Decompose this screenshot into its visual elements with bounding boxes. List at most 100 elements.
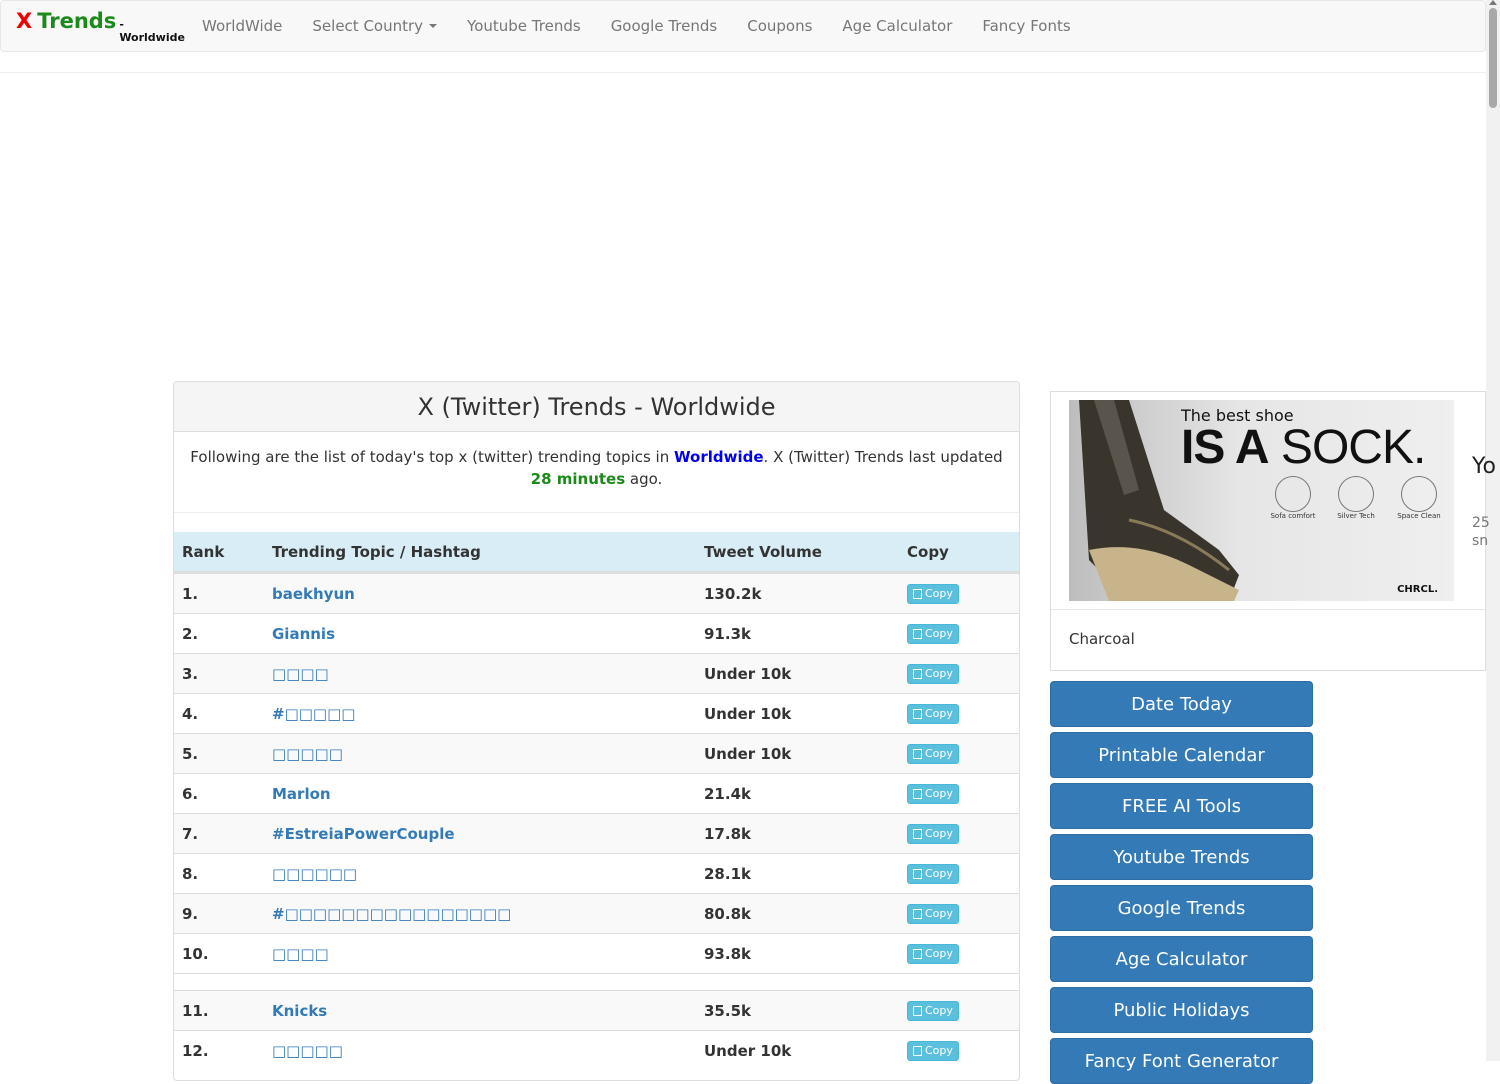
sidebar-button-public-holidays[interactable]: Public Holidays [1050,987,1313,1033]
nav-select-country[interactable]: Select Country [297,1,452,51]
row-volume: Under 10k [704,664,792,683]
table-body-a: 1. baekhyun 130.2k Copy 2. Giannis 91.3k Copy 3.… [174,573,1019,973]
sidebar-button-youtube-trends[interactable]: Youtube Trends [1050,834,1313,880]
row-topic-link[interactable]: □□□□ [264,945,696,963]
intro-middle: . X (Twitter) Trends last updated [763,448,1003,466]
copy-button[interactable]: Copy [907,663,959,684]
table-row: 5. □□□□□ Under 10k Copy [174,733,1019,773]
row-topic-link[interactable]: #□□□□□ [264,705,696,723]
row-copy-cell: Copy [899,823,1019,844]
row-topic-link[interactable]: □□□□□ [264,745,696,763]
navbar: X Trends - Worldwide WorldWide Select Co… [0,0,1486,52]
row-copy-cell: Copy [899,903,1019,924]
ad-tagline-sock: SOCK. [1280,421,1426,474]
sidebar-button-google-trends[interactable]: Google Trends [1050,885,1313,931]
panel-intro: Following are the list of today's top x … [174,432,1019,513]
sidebar-button-age-calculator[interactable]: Age Calculator [1050,936,1313,982]
copy-button[interactable]: Copy [907,823,959,844]
scroll-up-arrow-icon[interactable] [1489,0,1497,5]
copy-button[interactable]: Copy [907,623,959,644]
ad-side-subtext: 25 sn [1472,514,1490,550]
copy-button[interactable]: Copy [907,583,959,604]
table-header: Rank Trending Topic / Hashtag Tweet Volu… [174,532,1019,573]
nav-coupons[interactable]: Coupons [732,1,827,51]
row-volume: Under 10k [704,704,792,723]
copy-icon [913,868,922,879]
ad-feature-1: Sofa comfort [1270,512,1316,520]
row-topic-link[interactable]: #□□□□□□□□□□□□□□□□ [264,905,696,923]
table-row: 12. □□□□□ Under 10k Copy [174,1030,1019,1070]
row-volume: 130.2k [704,584,762,603]
copy-icon [913,828,922,839]
copy-button[interactable]: Copy [907,1040,959,1061]
ad-caption[interactable]: Charcoal [1069,630,1135,648]
sidebar-button-printable-calendar[interactable]: Printable Calendar [1050,732,1313,778]
copy-button[interactable]: Copy [907,903,959,924]
ad-brand-logo: CHRCL. [1397,584,1438,595]
row-rank: 10. [182,944,209,963]
copy-button[interactable]: Copy [907,863,959,884]
row-topic-link[interactable]: □□□□□□ [264,865,696,883]
row-rank: 2. [182,624,199,643]
intro-country-link[interactable]: Worldwide [674,448,764,466]
copy-button-label: Copy [925,827,953,840]
ad-image[interactable]: The best shoe IS A SOCK. Sofa comfort Si… [1069,400,1454,601]
copy-button-label: Copy [925,867,953,880]
copy-button[interactable]: Copy [907,943,959,964]
sidebar-button-date-today[interactable]: Date Today [1050,681,1313,727]
copy-icon [913,788,922,799]
row-rank: 9. [182,904,199,923]
row-copy-cell: Copy [899,663,1019,684]
header-copy: Copy [907,542,949,561]
copy-button[interactable]: Copy [907,1000,959,1021]
brand-subtitle: - Worldwide [119,17,185,44]
row-topic-link[interactable]: baekhyun [264,585,696,603]
row-copy-cell: Copy [899,583,1019,604]
nav-age-calculator[interactable]: Age Calculator [827,1,967,51]
panel-title: X (Twitter) Trends - Worldwide [174,382,1019,432]
copy-button[interactable]: Copy [907,743,959,764]
row-rank: 6. [182,784,199,803]
scroll-thumb[interactable] [1489,8,1497,108]
row-copy-cell: Copy [899,943,1019,964]
row-volume: Under 10k [704,1041,792,1060]
row-copy-cell: Copy [899,703,1019,724]
copy-icon [913,748,922,759]
copy-icon [913,908,922,919]
row-topic-link[interactable]: Giannis [264,625,696,643]
sidebar-button-fancy-font-generator[interactable]: Fancy Font Generator [1050,1038,1313,1084]
row-copy-cell: Copy [899,743,1019,764]
copy-button[interactable]: Copy [907,703,959,724]
row-topic-link[interactable]: □□□□□ [264,1042,696,1060]
row-topic-link[interactable]: Marlon [264,785,696,803]
row-topic-link[interactable]: #EstreiaPowerCouple [264,825,696,843]
trends-panel: X (Twitter) Trends - Worldwide Following… [173,381,1020,1081]
row-rank: 7. [182,824,199,843]
sidebar-button-free-ai-tools[interactable]: FREE AI Tools [1050,783,1313,829]
header-volume: Tweet Volume [704,542,822,561]
copy-icon [913,1005,922,1016]
header-rank: Rank [182,542,225,561]
brand-x: X [16,8,33,33]
ad-divider [1051,609,1487,610]
brand-logo[interactable]: X Trends - Worldwide [1,9,187,44]
row-volume: 21.4k [704,784,751,803]
row-rank: 3. [182,664,199,683]
row-topic-link[interactable]: □□□□ [264,665,696,683]
table-row: 10. □□□□ 93.8k Copy [174,933,1019,973]
nav-fancy-fonts[interactable]: Fancy Fonts [967,1,1085,51]
row-rank: 5. [182,744,199,763]
table-row: 8. □□□□□□ 28.1k Copy [174,853,1019,893]
row-volume: 28.1k [704,864,751,883]
copy-button[interactable]: Copy [907,783,959,804]
copy-button-label: Copy [925,747,953,760]
nav-select-country-label: Select Country [312,17,424,35]
ad-card[interactable]: The best shoe IS A SOCK. Sofa comfort Si… [1050,391,1496,671]
nav-worldwide[interactable]: WorldWide [187,1,297,51]
nav-youtube-trends[interactable]: Youtube Trends [452,1,596,51]
copy-icon [913,588,922,599]
row-copy-cell: Copy [899,1000,1019,1021]
row-topic-link[interactable]: Knicks [264,1002,696,1020]
row-rank: 4. [182,704,199,723]
nav-google-trends[interactable]: Google Trends [596,1,733,51]
